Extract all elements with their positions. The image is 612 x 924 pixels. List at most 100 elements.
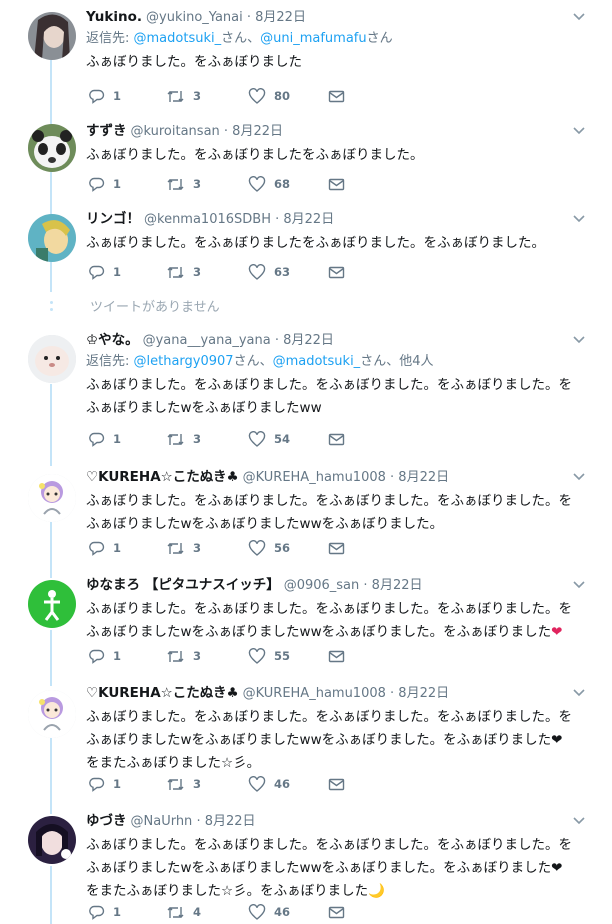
user-name[interactable]: すずき xyxy=(86,123,127,139)
tweet-text: ふぁぼりました。をふぁぼりました。をふぁぼりました。をふぁぼりました。を ふぁぼり… xyxy=(86,709,572,771)
envelope-icon xyxy=(328,88,345,105)
user-handle[interactable]: @kuroitansan xyxy=(131,124,220,139)
user-handle[interactable]: @yukino_Yanai xyxy=(146,10,243,25)
tweet-time[interactable]: · 8月22日 xyxy=(275,333,334,348)
reply-icon xyxy=(88,176,105,193)
chevron-down-icon[interactable] xyxy=(570,684,588,702)
heart-icon xyxy=(248,903,266,921)
like-button[interactable]: 68 xyxy=(248,174,290,194)
reply-icon xyxy=(88,648,105,665)
chevron-down-icon[interactable] xyxy=(570,8,588,26)
message-button[interactable] xyxy=(328,262,345,282)
tweet-time[interactable]: · 8月22日 xyxy=(275,212,334,227)
avatar[interactable] xyxy=(28,335,76,383)
tweet-time[interactable]: · 8月22日 xyxy=(363,578,422,593)
reply-icon xyxy=(88,776,105,793)
reply-link[interactable]: @lethargy0907 xyxy=(134,354,234,369)
chevron-down-icon[interactable] xyxy=(570,331,588,349)
like-button[interactable]: 56 xyxy=(248,538,290,558)
retweet-icon xyxy=(166,88,185,105)
user-name[interactable]: Yukino. xyxy=(86,9,142,25)
user-handle[interactable]: @KUREHA_hamu1008 xyxy=(243,686,386,701)
retweet-icon xyxy=(166,776,185,793)
tweet-time[interactable]: · 8月22日 xyxy=(390,470,449,485)
tweet-text: ふぁぼりました。をふぁぼりました。をふぁぼりました。をふぁぼりました。を ふぁぼり… xyxy=(86,377,572,416)
retweet-button[interactable]: 3 xyxy=(166,646,201,666)
retweet-button[interactable]: 4 xyxy=(166,902,201,922)
chevron-down-icon[interactable] xyxy=(570,468,588,486)
tweet-text: ふぁぼりました。をふぁぼりました。をふぁぼりました。をふぁぼりました。を ふぁぼり… xyxy=(86,493,572,532)
user-name[interactable]: ♔やな。 xyxy=(86,332,139,348)
avatar[interactable] xyxy=(28,816,76,864)
tweet-text: ふぁぼりました。をふぁぼりました。をふぁぼりました。をふぁぼりました。を ふぁぼり… xyxy=(86,601,572,640)
user-name[interactable]: ♡KUREHA☆こたぬき♣ xyxy=(86,685,239,701)
thread-line xyxy=(50,172,52,214)
message-button[interactable] xyxy=(328,86,345,106)
user-name[interactable]: ♡KUREHA☆こたぬき♣ xyxy=(86,469,239,485)
user-handle[interactable]: @yana__yana_yana xyxy=(143,333,271,348)
user-name[interactable]: リンゴ！ xyxy=(86,211,140,227)
user-handle[interactable]: @kenma1016SDBH xyxy=(144,212,271,227)
reply-button[interactable]: 1 xyxy=(88,86,121,106)
retweet-button[interactable]: 3 xyxy=(166,429,201,449)
reply-link[interactable]: @madotsuki_ xyxy=(273,354,361,369)
reply-link[interactable]: @uni_mafumafu xyxy=(260,31,366,46)
avatar[interactable] xyxy=(28,580,76,628)
heart-icon xyxy=(248,647,266,665)
reply-icon xyxy=(88,264,105,281)
reply-button[interactable]: 1 xyxy=(88,262,121,282)
like-button[interactable]: 46 xyxy=(248,902,290,922)
tweet-time[interactable]: · 8月22日 xyxy=(247,10,306,25)
tweet-text: ふぁぼりました。をふぁぼりましたをふぁぼりました。をふぁぼりました。 xyxy=(86,235,545,251)
thread-line xyxy=(50,738,52,814)
reply-button[interactable]: 1 xyxy=(88,538,121,558)
chevron-down-icon[interactable] xyxy=(570,122,588,140)
avatar[interactable] xyxy=(28,124,76,172)
reply-to: 返信先: @lethargy0907さん、@madotsuki_さん、他4人 xyxy=(86,354,434,369)
retweet-button[interactable]: 3 xyxy=(166,86,201,106)
user-name[interactable]: ゆなまろ 【ピタユナスイッチ】 xyxy=(86,577,280,593)
reply-button[interactable]: 1 xyxy=(88,429,121,449)
chevron-down-icon[interactable] xyxy=(570,812,588,830)
retweet-button[interactable]: 3 xyxy=(166,774,201,794)
message-button[interactable] xyxy=(328,429,345,449)
like-button[interactable]: 80 xyxy=(248,86,290,106)
user-handle[interactable]: @KUREHA_hamu1008 xyxy=(243,470,386,485)
retweet-button[interactable]: 3 xyxy=(166,262,201,282)
user-handle[interactable]: @NaUrhn xyxy=(131,814,193,829)
message-button[interactable] xyxy=(328,538,345,558)
reply-to: 返信先: @madotsuki_さん、@uni_mafumafuさん xyxy=(86,31,393,46)
thread-line xyxy=(50,866,52,924)
avatar[interactable] xyxy=(28,214,76,262)
tweet-time[interactable]: · 8月22日 xyxy=(196,814,255,829)
message-button[interactable] xyxy=(328,646,345,666)
envelope-icon xyxy=(328,648,345,665)
reply-button[interactable]: 1 xyxy=(88,174,121,194)
thread-dots xyxy=(49,301,53,315)
message-button[interactable] xyxy=(328,902,345,922)
envelope-icon xyxy=(328,540,345,557)
tweet-time[interactable]: · 8月22日 xyxy=(224,124,283,139)
chevron-down-icon[interactable] xyxy=(570,210,588,228)
user-handle[interactable]: @0906_san xyxy=(284,578,360,593)
avatar[interactable] xyxy=(28,12,76,60)
like-button[interactable]: 63 xyxy=(248,262,290,282)
like-button[interactable]: 55 xyxy=(248,646,290,666)
message-button[interactable] xyxy=(328,774,345,794)
reply-button[interactable]: 1 xyxy=(88,646,121,666)
like-button[interactable]: 54 xyxy=(248,429,290,449)
retweet-button[interactable]: 3 xyxy=(166,174,201,194)
avatar[interactable] xyxy=(28,690,76,738)
user-name[interactable]: ゆづき xyxy=(86,813,127,829)
reply-link[interactable]: @madotsuki_ xyxy=(134,31,222,46)
tweet-time[interactable]: · 8月22日 xyxy=(390,686,449,701)
retweet-icon xyxy=(166,648,185,665)
thread-line xyxy=(50,262,52,292)
reply-button[interactable]: 1 xyxy=(88,774,121,794)
chevron-down-icon[interactable] xyxy=(570,576,588,594)
like-button[interactable]: 46 xyxy=(248,774,290,794)
reply-button[interactable]: 1 xyxy=(88,902,121,922)
retweet-button[interactable]: 3 xyxy=(166,538,201,558)
avatar[interactable] xyxy=(28,474,76,522)
message-button[interactable] xyxy=(328,174,345,194)
